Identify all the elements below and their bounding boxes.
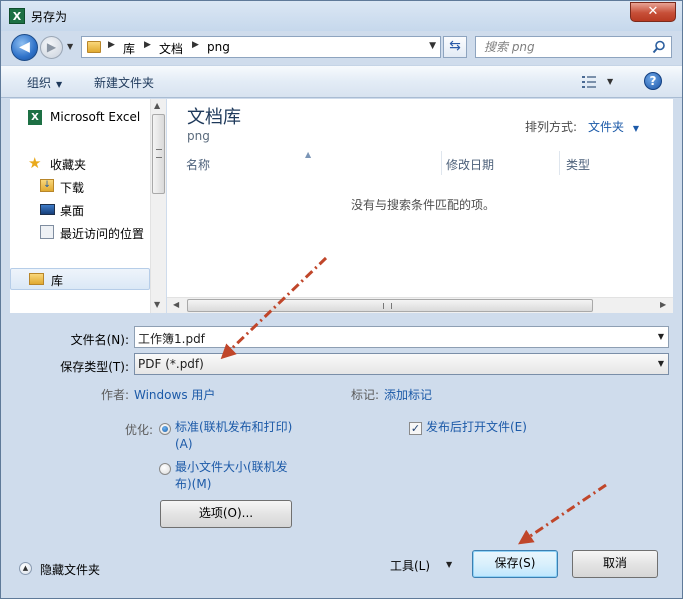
nav-item-label: 下载 [60, 181, 85, 195]
column-header-type[interactable]: 类型 [562, 151, 662, 175]
chevron-down-icon[interactable]: ▼ [607, 77, 613, 86]
author-label: 作者: [101, 388, 130, 402]
tags-value[interactable]: 添加标记 [384, 386, 432, 403]
nav-item-label: 最近访问的位置 [60, 227, 145, 241]
arrange-by-dropdown[interactable]: 文件夹 ▼ [588, 118, 639, 135]
save-type-select[interactable]: PDF (*.pdf) ▼ [134, 353, 669, 375]
nav-pane-scrollbar[interactable]: ▲ ▼ [150, 99, 166, 313]
chevron-up-icon: ▲ [19, 562, 32, 575]
options-button[interactable]: 选项(O)... [160, 500, 292, 528]
folder-icon [87, 41, 101, 53]
option-standard-text: 标准(联机发布和打印) [175, 420, 293, 434]
chevron-right-icon[interactable]: ▶ [192, 40, 199, 50]
scrollbar-thumb[interactable] [152, 114, 165, 194]
toolbar: 组织 ▼ 新建文件夹 ▼ ? [1, 65, 682, 98]
option-minimum-accel: 布)(M) [175, 477, 212, 491]
scroll-up-icon[interactable]: ▲ [154, 101, 160, 110]
view-options-icon[interactable] [582, 76, 596, 88]
column-header-name[interactable]: 名称 [182, 151, 442, 175]
library-subtitle: png [187, 129, 210, 143]
star-icon: ★ [28, 154, 42, 172]
file-list-pane: 文档库 png 排列方式: 文件夹 ▼ ▲ 名称 修改日期 类型 没有与搜索条件… [167, 99, 673, 313]
save-button[interactable]: 保存(S) [472, 550, 558, 578]
new-folder-button[interactable]: 新建文件夹 [94, 74, 154, 91]
search-input[interactable] [476, 37, 646, 57]
address-bar[interactable]: ▶ 库 ▶ 文档 ▶ png ▼ [81, 36, 441, 58]
grip-icon [383, 303, 392, 309]
recent-pages-dropdown[interactable]: ▼ [67, 42, 73, 51]
nav-item-label: 收藏夹 [50, 158, 87, 172]
chevron-down-icon[interactable]: ▼ [429, 41, 436, 51]
nav-item-recent-places[interactable]: 最近访问的位置 [10, 222, 150, 244]
window-title: 另存为 [31, 10, 68, 24]
back-button[interactable]: ◀ [11, 34, 38, 61]
desktop-icon [40, 204, 55, 215]
search-box[interactable] [475, 36, 672, 58]
author-value[interactable]: Windows 用户 [134, 386, 215, 403]
scroll-right-icon[interactable]: ▶ [660, 300, 666, 309]
nav-item-downloads[interactable]: ↓ 下载 [10, 176, 150, 198]
optimize-label: 优化: [125, 423, 154, 437]
chevron-down-icon[interactable]: ▼ [658, 332, 664, 341]
breadcrumb-library[interactable]: 库 [123, 40, 135, 57]
search-icon[interactable] [652, 40, 666, 54]
organize-button[interactable]: 组织 ▼ [27, 74, 62, 91]
chevron-right-icon[interactable]: ▶ [108, 40, 115, 50]
option-minimum-size-label[interactable]: 最小文件大小(联机发 布)(M) [175, 459, 288, 493]
chevron-down-icon[interactable]: ▼ [446, 560, 452, 569]
horizontal-scrollbar[interactable]: ◀ ▶ [167, 297, 673, 313]
help-icon[interactable]: ? [644, 72, 662, 90]
radio-minimum-size[interactable] [159, 463, 171, 475]
grip-icon [156, 149, 162, 158]
organize-label: 组织 [27, 76, 52, 90]
download-folder-icon: ↓ [40, 179, 54, 192]
option-standard-label[interactable]: 标准(联机发布和打印) (A) [175, 419, 292, 453]
save-type-value: PDF (*.pdf) [138, 357, 204, 371]
open-after-publish-checkbox[interactable]: ✓ [409, 422, 422, 435]
title-bar[interactable]: X 另存为 ✕ [1, 1, 682, 31]
scroll-left-icon[interactable]: ◀ [173, 300, 179, 309]
navigation-pane: X Microsoft Excel ★ 收藏夹 ↓ 下载 桌面 最近访问的位置 … [10, 99, 150, 313]
nav-item-libraries[interactable]: 库 [10, 268, 150, 290]
cancel-button[interactable]: 取消 [572, 550, 658, 578]
breadcrumb-png[interactable]: png [207, 40, 230, 54]
chevron-down-icon: ▼ [657, 359, 664, 368]
option-minimum-text: 最小文件大小(联机发 [175, 460, 288, 474]
save-type-label: 保存类型(T): [60, 360, 129, 374]
nav-item-favorites[interactable]: ★ 收藏夹 [10, 153, 150, 175]
save-as-dialog: X 另存为 ✕ ◀ ▶ ▼ ▶ 库 ▶ 文档 ▶ png ▼ ⇆ 组织 ▼ 新建文… [0, 0, 683, 599]
nav-item-label: 库 [51, 274, 64, 288]
nav-item-label: Microsoft Excel [50, 110, 141, 124]
chevron-down-icon: ▼ [632, 124, 639, 133]
empty-results-message: 没有与搜索条件匹配的项。 [350, 198, 495, 212]
tools-button[interactable]: 工具(L) [390, 557, 430, 574]
open-after-publish-label[interactable]: 发布后打开文件(E) [426, 419, 527, 436]
arrange-by-label: 排列方式: [525, 120, 578, 134]
excel-icon: X [9, 8, 25, 24]
radio-standard[interactable] [159, 423, 171, 435]
scrollbar-thumb[interactable] [187, 299, 593, 312]
library-title: 文档库 [187, 107, 241, 128]
refresh-button[interactable]: ⇆ [443, 36, 467, 58]
nav-item-microsoft-excel[interactable]: X Microsoft Excel [10, 107, 150, 129]
forward-button[interactable]: ▶ [40, 36, 63, 59]
close-button[interactable]: ✕ [630, 2, 676, 22]
tags-label: 标记: [351, 388, 380, 402]
arrange-by-value: 文件夹 [588, 120, 625, 134]
recent-places-icon [40, 225, 54, 239]
nav-item-desktop[interactable]: 桌面 [10, 199, 150, 221]
excel-icon: X [28, 110, 42, 125]
hide-folders-label: 隐藏文件夹 [40, 563, 101, 577]
filename-value: 工作簿1.pdf [138, 332, 205, 346]
option-standard-accel: (A) [175, 437, 193, 451]
filename-label: 文件名(N): [70, 333, 129, 347]
chevron-down-icon: ▼ [56, 80, 63, 89]
library-icon [29, 273, 44, 285]
column-header-date-modified[interactable]: 修改日期 [442, 151, 560, 175]
nav-item-label: 桌面 [60, 204, 85, 218]
chevron-right-icon[interactable]: ▶ [144, 40, 151, 50]
breadcrumb-documents[interactable]: 文档 [159, 40, 183, 57]
scroll-down-icon[interactable]: ▼ [154, 300, 160, 309]
filename-field[interactable]: 工作簿1.pdf ▼ [134, 326, 669, 348]
